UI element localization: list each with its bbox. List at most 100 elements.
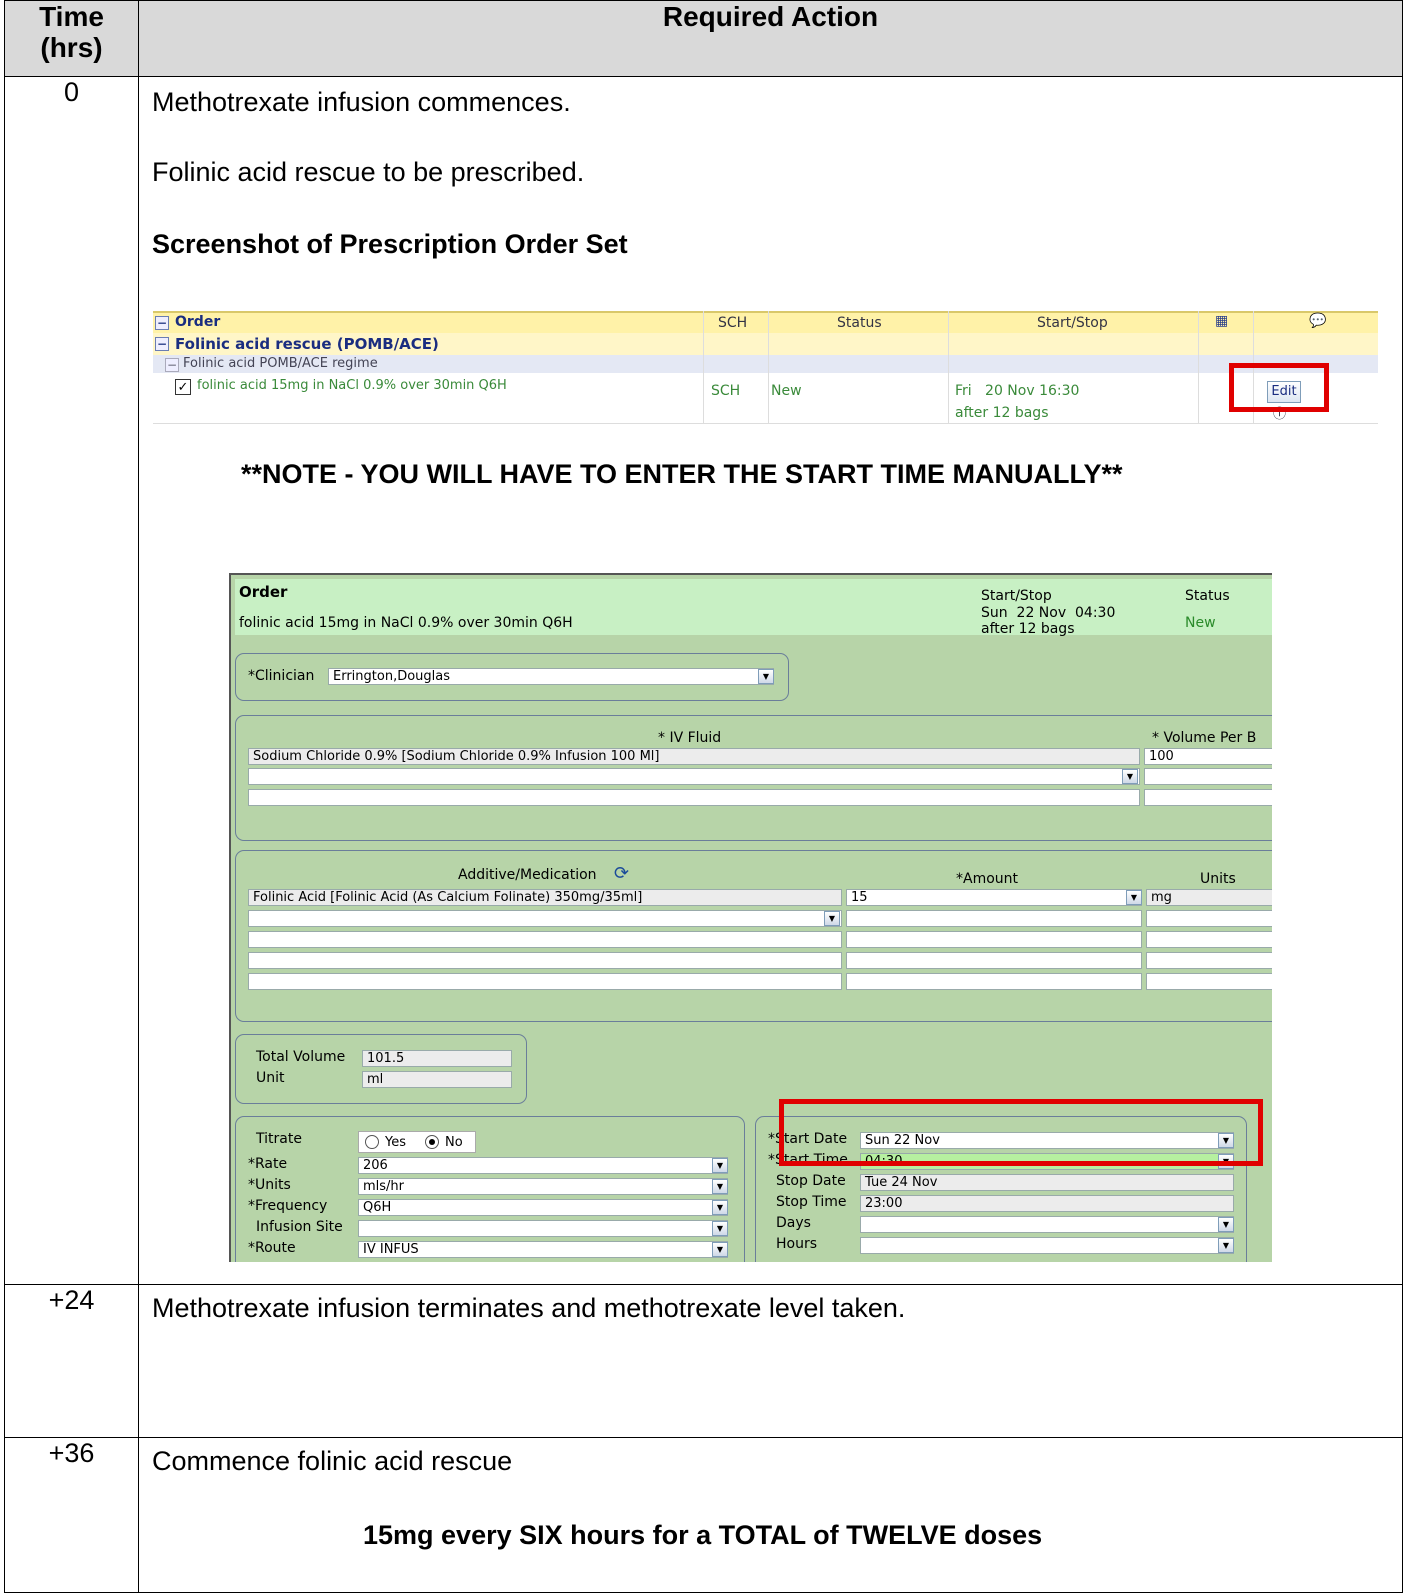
- additive-label: Additive/Medication: [458, 867, 597, 883]
- iv-fluid-field[interactable]: Sodium Chloride 0.9% [Sodium Chloride 0.…: [248, 748, 1140, 765]
- chevron-down-icon[interactable]: ▼: [712, 1200, 728, 1215]
- volume-label: * Volume Per B: [1152, 730, 1257, 746]
- rate-field[interactable]: 206: [358, 1157, 728, 1174]
- chevron-down-icon[interactable]: ▼: [712, 1158, 728, 1173]
- time-cell-36: +36: [4, 1437, 139, 1593]
- item-start: Fri 20 Nov 16:30: [955, 383, 1080, 399]
- units-field-5[interactable]: [1146, 973, 1272, 990]
- titrate-label: Titrate: [256, 1131, 302, 1147]
- time-cell-0: 0: [4, 76, 139, 1285]
- comment-icon[interactable]: 💬: [1309, 313, 1326, 329]
- additive-field[interactable]: Folinic Acid [Folinic Acid (As Calcium F…: [248, 889, 842, 906]
- collapse-icon[interactable]: −: [155, 316, 169, 330]
- item-status: New: [771, 383, 802, 399]
- amount-field-2[interactable]: [846, 910, 1142, 927]
- amount-field[interactable]: 15: [846, 889, 1142, 906]
- chevron-down-icon[interactable]: ▼: [712, 1242, 728, 1257]
- additive-field-4[interactable]: [248, 952, 842, 969]
- hours-field[interactable]: [860, 1237, 1234, 1254]
- chevron-down-icon[interactable]: ▼: [1122, 769, 1138, 784]
- titrate-yes-radio[interactable]: [365, 1135, 379, 1149]
- volume-field[interactable]: 100: [1144, 748, 1272, 765]
- subgroup-name: Folinic acid POMB/ACE regime: [183, 356, 378, 371]
- order-row[interactable]: ✓ folinic acid 15mg in NaCl 0.9% over 30…: [153, 373, 1378, 424]
- collapse-icon[interactable]: −: [155, 337, 169, 351]
- action-cell-0: Methotrexate infusion commences. Folinic…: [138, 76, 1403, 1285]
- amount-label: *Amount: [956, 871, 1019, 887]
- stop-date-field: Tue 24 Nov: [860, 1174, 1234, 1191]
- order-set-header: − Order SCH Status Start/Stop ▦ 💬: [153, 311, 1378, 333]
- item-stop: after 12 bags: [955, 405, 1049, 421]
- stop-time-label: Stop Time: [776, 1194, 847, 1210]
- units2-field[interactable]: mls/hr: [358, 1178, 728, 1195]
- order-set-screenshot: − Order SCH Status Start/Stop ▦ 💬 − Foli…: [153, 305, 1378, 424]
- hours-label: Hours: [776, 1236, 818, 1252]
- grid-icon[interactable]: ▦: [1215, 313, 1228, 329]
- group-name: Folinic acid rescue (POMB/ACE): [175, 335, 439, 353]
- order-stop: after 12 bags: [981, 621, 1075, 637]
- col-start-stop: Start/Stop: [1037, 315, 1108, 331]
- chevron-down-icon[interactable]: ▼: [758, 669, 774, 684]
- time-cell-24: +24: [4, 1284, 139, 1438]
- units2-label: *Units: [248, 1177, 291, 1193]
- additive-field-5[interactable]: [248, 973, 842, 990]
- chevron-down-icon[interactable]: ▼: [712, 1221, 728, 1236]
- action-cell-36: Commence folinic acid rescue 15mg every …: [138, 1437, 1403, 1593]
- units-field-3[interactable]: [1146, 931, 1272, 948]
- units-label: Units: [1200, 871, 1236, 887]
- rate-label: *Rate: [248, 1156, 288, 1172]
- header-time: Time (hrs): [4, 0, 139, 77]
- infusion-site-field[interactable]: [358, 1220, 728, 1237]
- unit-label: Unit: [256, 1070, 285, 1086]
- route-label: *Route: [248, 1240, 296, 1256]
- note-text: **NOTE - YOU WILL HAVE TO ENTER THE STAR…: [241, 459, 1123, 489]
- units-field-2[interactable]: [1146, 910, 1272, 927]
- order-group[interactable]: − Folinic acid rescue (POMB/ACE): [153, 333, 1378, 355]
- item-sch: SCH: [711, 383, 741, 399]
- infusion-site-label: Infusion Site: [256, 1219, 343, 1235]
- amount-field-3[interactable]: [846, 931, 1142, 948]
- chevron-down-icon[interactable]: ▼: [1218, 1217, 1234, 1232]
- refresh-icon[interactable]: ⟳: [614, 863, 629, 884]
- header-action: Required Action: [138, 0, 1403, 77]
- order-text: folinic acid 15mg in NaCl 0.9% over 30mi…: [239, 615, 573, 631]
- units-field-4[interactable]: [1146, 952, 1272, 969]
- titrate-group: Yes No: [358, 1131, 476, 1153]
- chevron-down-icon[interactable]: ▼: [1126, 890, 1142, 905]
- clinician-field[interactable]: Errington,Douglas: [328, 668, 774, 685]
- amount-field-5[interactable]: [846, 973, 1142, 990]
- titrate-no-radio[interactable]: [425, 1135, 439, 1149]
- iv-fluid-panel: * IV Fluid * Volume Per B Sodium Chlorid…: [235, 715, 1272, 841]
- frequency-field[interactable]: Q6H: [358, 1199, 728, 1216]
- hdr-start-stop: Start/Stop: [981, 588, 1052, 604]
- volume-field-3[interactable]: [1144, 789, 1272, 806]
- order-checkbox[interactable]: ✓: [175, 379, 191, 395]
- dose-instruction: 15mg every SIX hours for a TOTAL of TWEL…: [363, 1520, 1043, 1550]
- chevron-down-icon[interactable]: ▼: [1218, 1238, 1234, 1253]
- highlight-box: [779, 1099, 1263, 1166]
- iv-fluid-field-3[interactable]: [248, 789, 1140, 806]
- collapse-icon[interactable]: −: [165, 358, 179, 372]
- chevron-down-icon[interactable]: ▼: [824, 911, 840, 926]
- frequency-label: *Frequency: [248, 1198, 328, 1214]
- yes-label: Yes: [385, 1135, 406, 1150]
- order-subgroup[interactable]: − Folinic acid POMB/ACE regime: [153, 355, 1378, 373]
- iv-fluid-field-2[interactable]: [248, 768, 1140, 785]
- days-field[interactable]: [860, 1216, 1234, 1233]
- additive-field-3[interactable]: [248, 931, 842, 948]
- route-field[interactable]: IV INFUS: [358, 1241, 728, 1258]
- additive-field-2[interactable]: [248, 910, 842, 927]
- order-form-header: Order Start/Stop Status folinic acid 15m…: [235, 579, 1272, 637]
- total-volume-panel: Total Volume 101.5 Unit ml: [235, 1034, 527, 1104]
- stop-date-label: Stop Date: [776, 1173, 846, 1189]
- additive-panel: Additive/Medication ⟳ *Amount Units Foli…: [235, 850, 1272, 1022]
- amount-field-4[interactable]: [846, 952, 1142, 969]
- order-status: New: [1185, 615, 1216, 631]
- volume-field-2[interactable]: [1144, 768, 1272, 785]
- units-field[interactable]: mg: [1146, 889, 1272, 906]
- hdr-status: Status: [1185, 588, 1230, 604]
- chevron-down-icon[interactable]: ▼: [712, 1179, 728, 1194]
- col-order: Order: [175, 314, 221, 330]
- order-item: folinic acid 15mg in NaCl 0.9% over 30mi…: [197, 378, 507, 393]
- rate-panel: Titrate Yes No *Rate 206 ▼ *Units mls/hr…: [235, 1116, 745, 1262]
